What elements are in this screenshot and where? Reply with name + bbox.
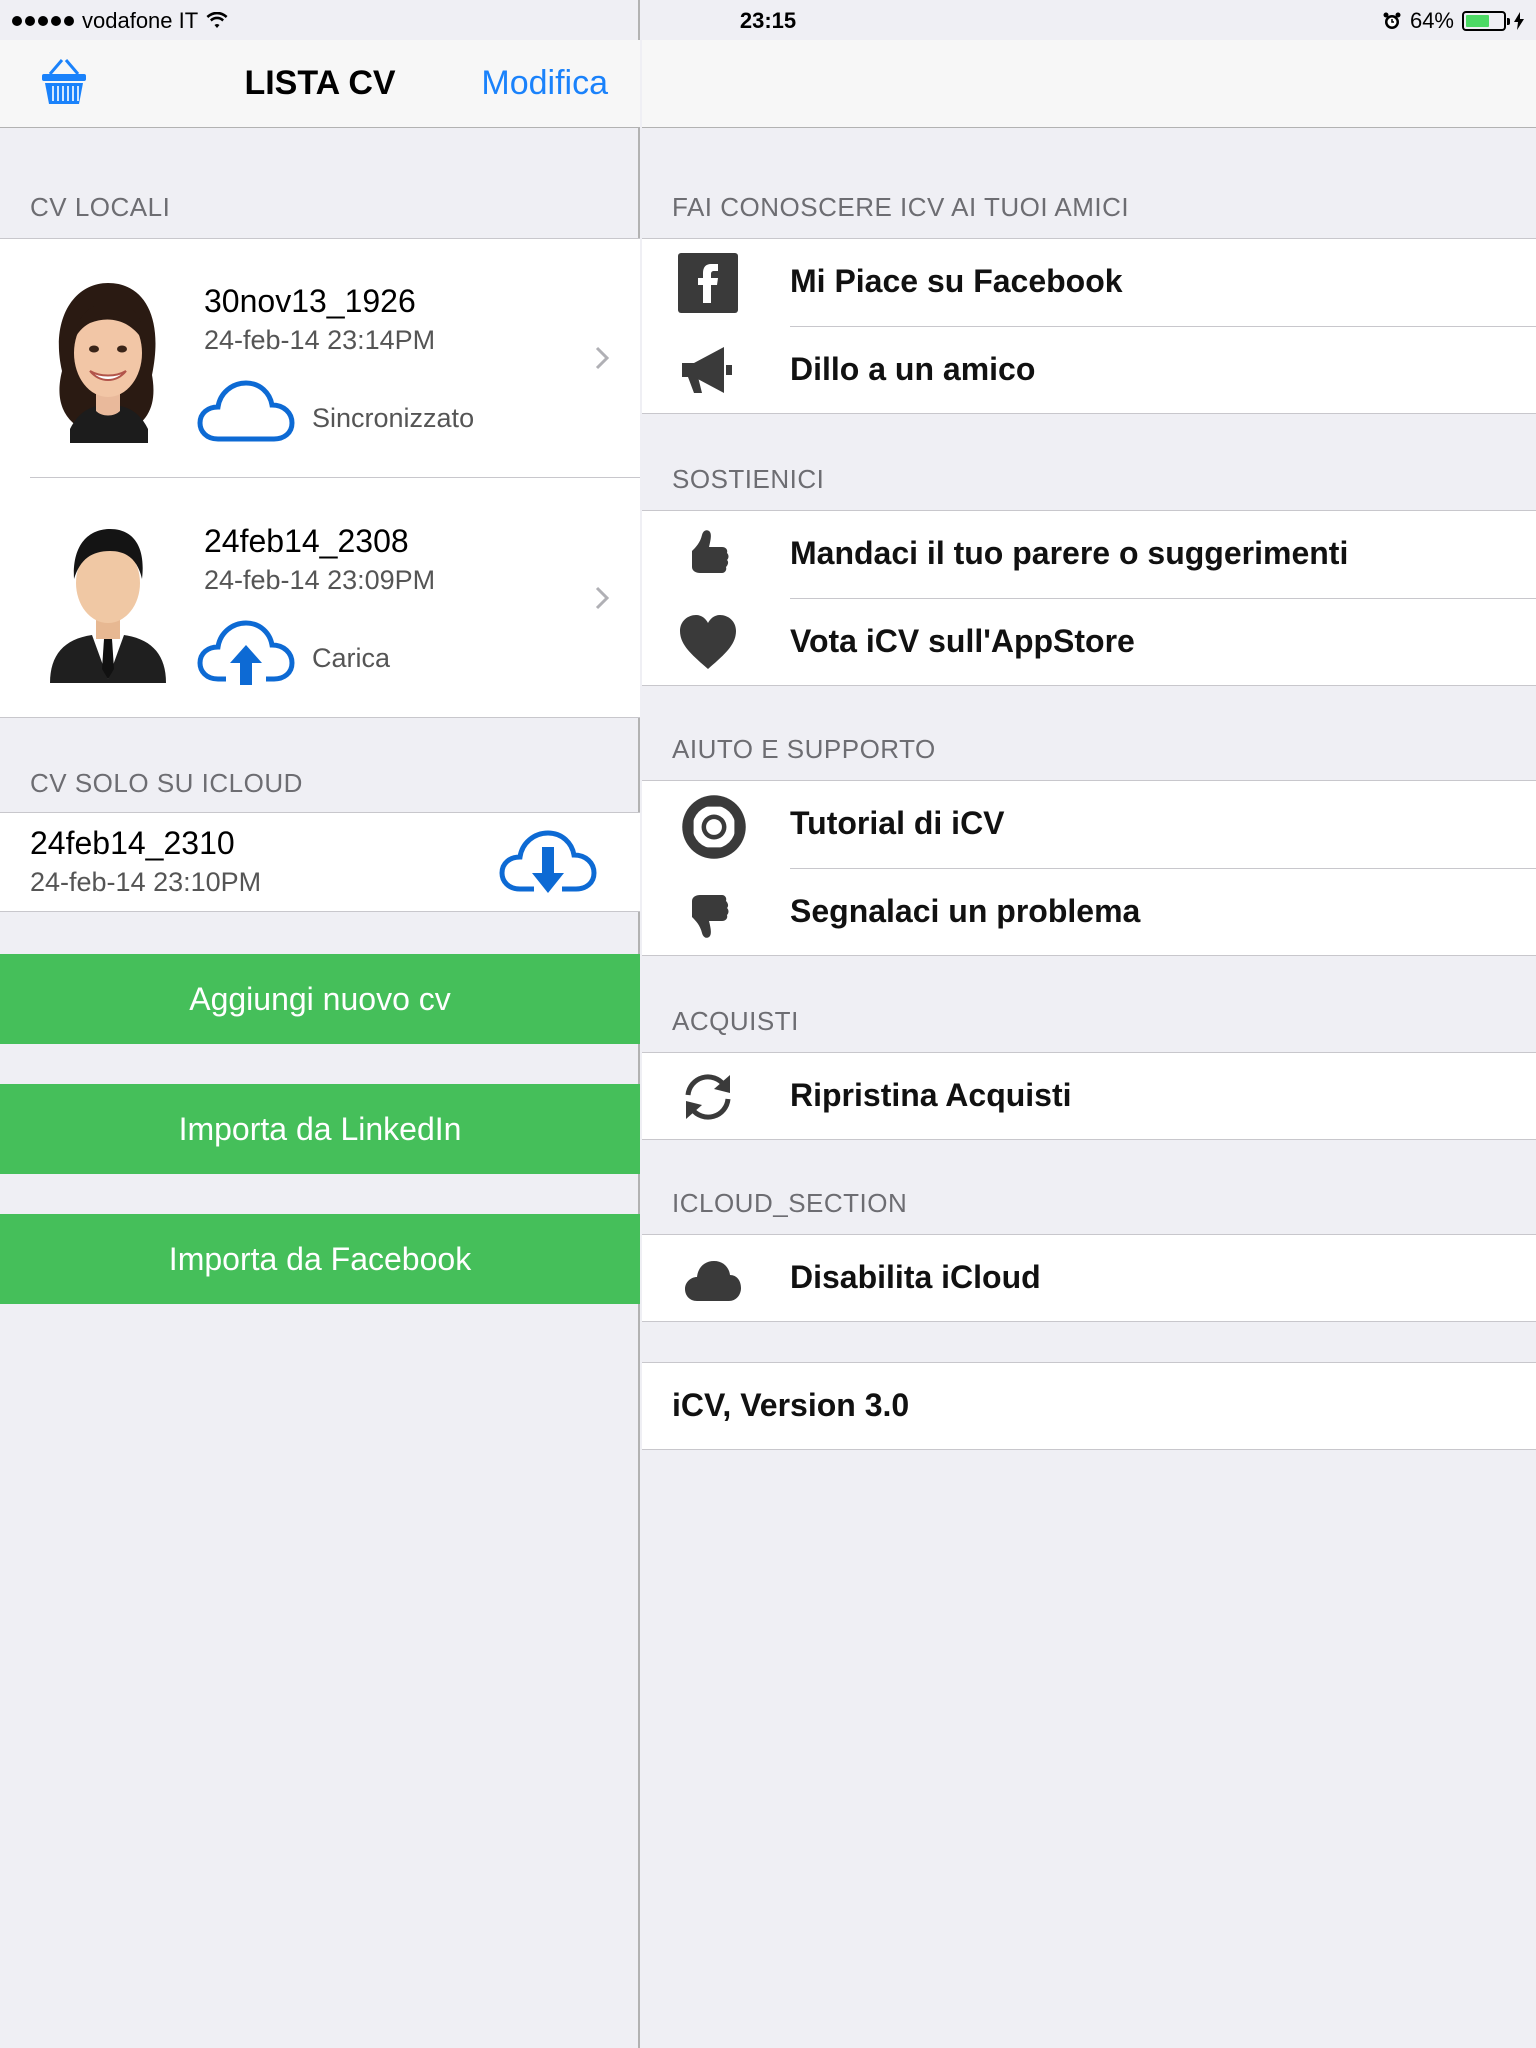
cv-row[interactable]: 30nov13_1926 24-feb-14 23:14PM Sincroniz… [0,239,640,477]
alarm-icon [1383,12,1401,29]
cv-date: 24-feb-14 23:10PM [30,867,262,897]
share-group: Mi Piace su Facebook Dillo a un amico [642,238,1536,414]
menu-item-label: Dillo a un amico [790,351,1036,387]
icloud-cv-header: CV SOLO SU ICLOUD [30,768,303,798]
cv-name: 24feb14_2310 [30,825,235,861]
megaphone-icon [682,347,732,393]
cv-name: 30nov13_1926 [204,283,416,319]
version-group: iCV, Version 3.0 [642,1362,1536,1450]
row-separator [30,477,640,478]
import-linkedin-button[interactable]: Importa da LinkedIn [0,1084,640,1174]
menu-item-facebook-like[interactable]: Mi Piace su Facebook [642,239,1536,327]
heart-icon [680,615,736,669]
menu-item-tell-friend[interactable]: Dillo a un amico [642,327,1536,415]
menu-item-label: Mandaci il tuo parere o suggerimenti [790,535,1349,571]
cv-date: 24-feb-14 23:14PM [204,325,436,355]
menu-item-label: Disabilita iCloud [790,1259,1041,1295]
menu-item-disable-icloud[interactable]: Disabilita iCloud [642,1235,1536,1323]
cloud-upload-icon[interactable] [196,615,296,685]
thumbs-down-icon [692,895,729,938]
version-label: iCV, Version 3.0 [672,1387,910,1423]
menu-item-restore-purchases[interactable]: Ripristina Acquisti [642,1053,1536,1141]
menu-item-label: Vota iCV sull'AppStore [790,623,1135,659]
cv-list-pane: LISTA CV Modifica CV LOCALI 30nov13_1926… [0,0,640,2048]
female-avatar-icon [58,283,156,443]
help-group: Tutorial di iCV Segnalaci un problema [642,780,1536,956]
left-navbar: LISTA CV Modifica [0,40,640,128]
battery-icon [1462,11,1510,31]
menu-item-label: Mi Piace su Facebook [790,263,1123,299]
cv-sync-status: Sincronizzato [312,403,475,433]
chevron-right-icon [595,586,610,610]
icloud-cv-row[interactable]: 24feb14_2310 24-feb-14 23:10PM [0,813,640,913]
local-cv-header: CV LOCALI [30,192,171,222]
support-group: Mandaci il tuo parere o suggerimenti Vot… [642,510,1536,686]
menu-item-tutorial[interactable]: Tutorial di iCV [642,781,1536,869]
refresh-icon [685,1074,731,1120]
cloud-download-icon[interactable] [498,825,598,895]
menu-item-label: Segnalaci un problema [790,893,1141,929]
help-header: AIUTO E SUPPORTO [672,734,936,764]
purchases-group: Ripristina Acquisti [642,1052,1536,1140]
battery-percent: 64% [1409,8,1454,33]
menu-item-rate-app[interactable]: Vota iCV sull'AppStore [642,599,1536,687]
status-right: 64% [1382,8,1524,34]
lifebuoy-icon [682,795,746,859]
charging-icon [1514,12,1524,30]
support-header: SOSTIENICI [672,464,825,494]
cv-name: 24feb14_2308 [204,523,409,559]
male-avatar-icon [50,529,166,683]
cv-upload-status: Carica [312,643,391,673]
import-facebook-button[interactable]: Importa da Facebook [0,1214,640,1304]
cloud-icon [685,1261,741,1301]
menu-item-label: Ripristina Acquisti [790,1077,1072,1113]
right-navbar [642,40,1536,128]
thumbs-up-icon [692,530,729,573]
share-header: FAI CONOSCERE ICV AI TUOI AMICI [672,192,1130,222]
chevron-right-icon [595,346,610,370]
icloud-cv-group: 24feb14_2310 24-feb-14 23:10PM [0,812,640,912]
cv-date: 24-feb-14 23:09PM [204,565,436,595]
menu-item-feedback[interactable]: Mandaci il tuo parere o suggerimenti [642,511,1536,599]
cloud-synced-icon [197,380,295,442]
icloud-group: Disabilita iCloud [642,1234,1536,1322]
facebook-icon [678,253,738,313]
local-cv-group: 30nov13_1926 24-feb-14 23:14PM Sincroniz… [0,238,640,718]
menu-item-label: Tutorial di iCV [790,805,1005,841]
purchases-header: ACQUISTI [672,1006,799,1036]
cv-row[interactable]: 24feb14_2308 24-feb-14 23:09PM Carica [0,479,640,717]
menu-item-report-problem[interactable]: Segnalaci un problema [642,869,1536,957]
add-cv-button[interactable]: Aggiungi nuovo cv [0,954,640,1044]
edit-button[interactable]: Modifica [481,64,608,103]
icloud-section-header: ICLOUD_SECTION [672,1188,908,1218]
